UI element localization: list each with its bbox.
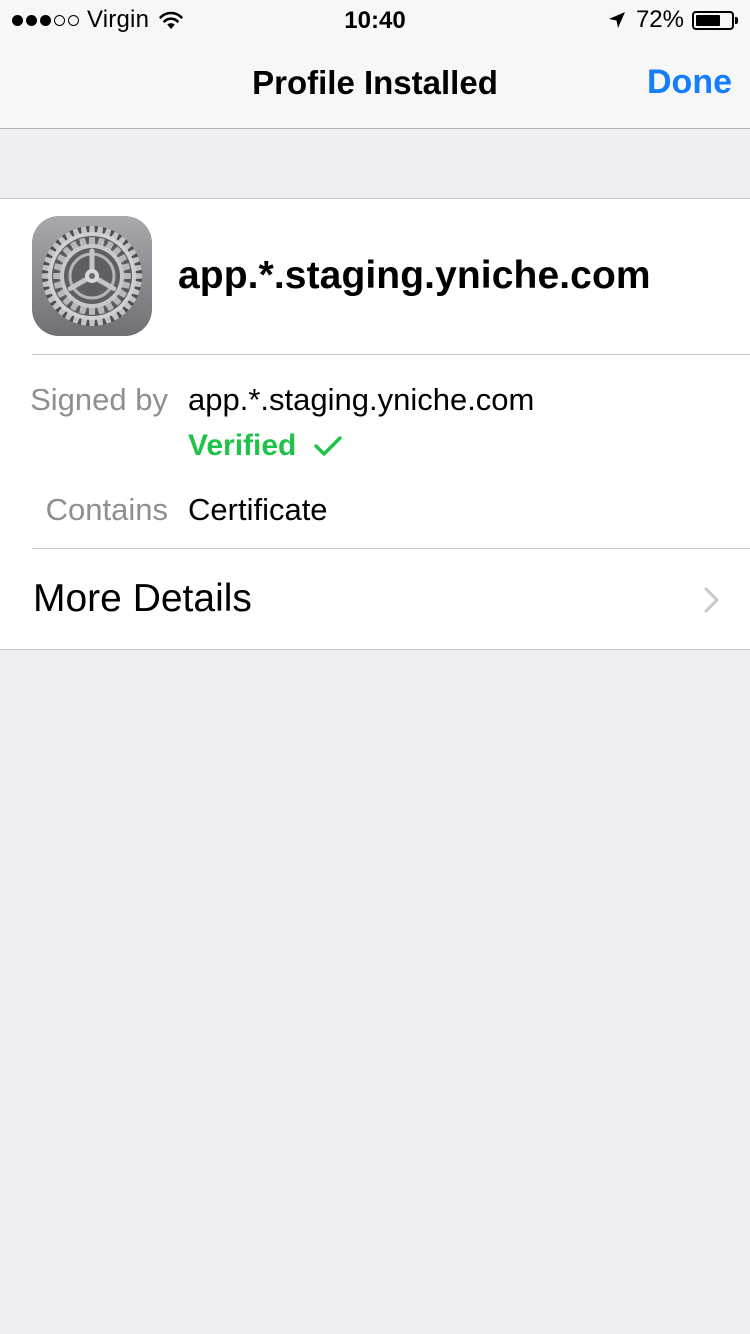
settings-gear-icon [32,216,152,336]
navigation-bar: Profile Installed Done [0,40,750,129]
chevron-right-icon [704,587,719,613]
battery-icon [692,10,734,30]
divider [32,354,750,355]
checkmark-icon [314,436,343,456]
contains-label: Contains [45,492,168,527]
location-arrow-icon [608,12,625,28]
battery-percentage: 72% [635,6,684,33]
status-bar: Virgin 10:40 72% [0,0,750,40]
gear-tooth [122,272,131,280]
signed-by-label: Signed by [30,382,168,417]
battery-tip [735,16,738,24]
page-title: Profile Installed [252,64,498,101]
profile-name: app.*.staging.yniche.com [178,254,651,297]
signed-by-value: app.*.staging.yniche.com [188,382,535,417]
verified-label: Verified [188,429,297,462]
profile-header: app.*.staging.yniche.com [0,199,750,355]
more-details-label: More Details [33,577,252,620]
gear-graphic [42,226,142,326]
battery-level-fill [696,14,720,26]
gear-tooth [88,306,96,315]
gear-tooth [53,272,62,280]
more-details-row[interactable]: More Details [0,549,750,649]
status-right: 72% [608,6,738,33]
profile-card: app.*.staging.yniche.com Signed by app.*… [0,198,750,650]
contains-value: Certificate [188,492,328,527]
verified-status: Verified [188,429,343,463]
done-button[interactable]: Done [647,63,732,102]
gear-tooth [88,237,96,246]
